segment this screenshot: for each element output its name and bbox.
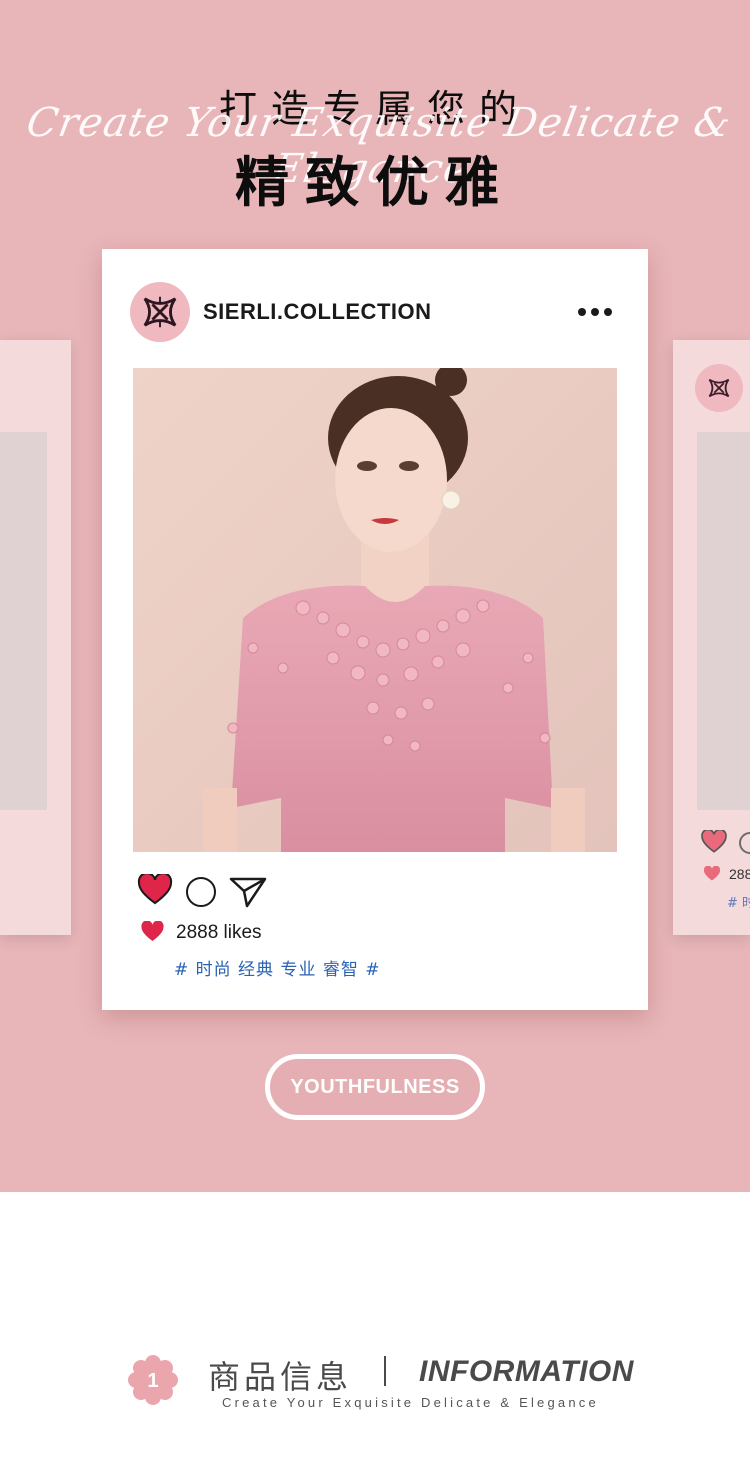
likes-count: 2888 likes — [176, 922, 262, 943]
hashtags[interactable]: # 时尚 经典 专业 睿智 # — [174, 955, 381, 980]
hero-banner: 打造专属您的 Create Your Exquisite Delicate & … — [0, 0, 750, 1192]
heart-outline-icon[interactable] — [701, 830, 727, 854]
info-title-en: INFORMATION — [419, 1355, 634, 1388]
info-subtitle: Create Your Exquisite Delicate & Eleganc… — [222, 1395, 599, 1410]
badge-number: 1 — [147, 1370, 158, 1392]
youthfulness-button-label: YOUTHFULNESS — [290, 1075, 460, 1098]
model-photo-image — [133, 368, 617, 852]
more-dots-icon[interactable] — [574, 305, 614, 319]
post-card: SIERLI.COLLECTION 2888 likes # 时尚 经典 专业 … — [102, 249, 648, 1010]
heart-icon[interactable] — [137, 874, 173, 906]
post-username[interactable]: SIERLI.COLLECTION — [203, 299, 432, 325]
brand-logo-icon — [143, 296, 177, 328]
heart-icon — [703, 866, 721, 881]
side-card-left[interactable] — [0, 340, 71, 935]
youthfulness-button[interactable]: YOUTHFULNESS — [265, 1054, 485, 1120]
comment-icon[interactable] — [739, 832, 750, 854]
info-divider — [384, 1356, 386, 1386]
comment-icon[interactable] — [186, 877, 216, 907]
hero-title-line2: 精致优雅 — [235, 151, 515, 214]
side-card-right-avatar — [695, 364, 743, 412]
heart-icon — [141, 921, 164, 941]
side-card-left-photo — [0, 432, 47, 810]
side-card-tags: # 时 — [727, 896, 750, 911]
avatar[interactable] — [130, 282, 190, 342]
side-card-right-photo — [697, 432, 750, 810]
post-photo[interactable] — [133, 368, 617, 852]
side-card-right[interactable]: 2888 # 时 — [673, 340, 750, 935]
side-card-likes: 2888 — [729, 866, 750, 882]
flower-badge-icon: 1 — [128, 1355, 178, 1405]
info-title-cn: 商品信息 — [208, 1358, 353, 1396]
brand-logo-icon — [708, 378, 730, 398]
send-icon[interactable] — [228, 875, 268, 909]
